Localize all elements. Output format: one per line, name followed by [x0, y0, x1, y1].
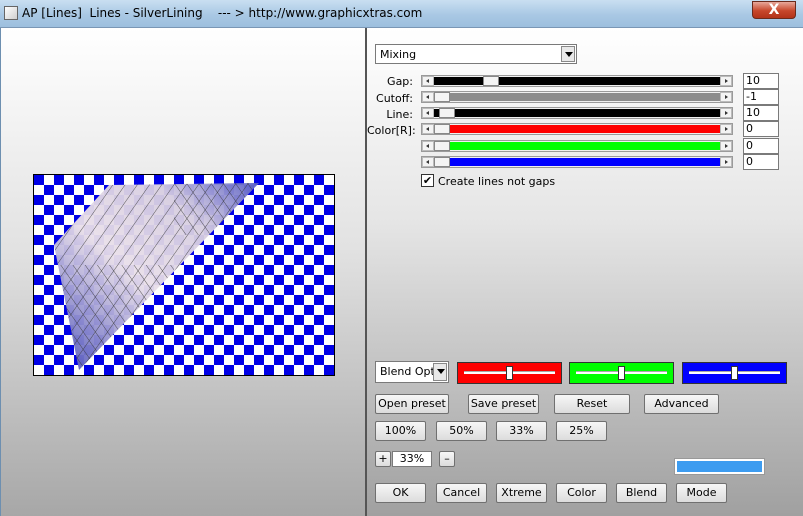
mode-dropdown-value: Mixing	[380, 48, 417, 61]
chevron-down-icon[interactable]	[561, 46, 575, 62]
line-label: Line:	[386, 108, 413, 121]
slider-thumb[interactable]	[731, 366, 738, 380]
ok-button[interactable]: OK	[375, 483, 426, 503]
cutoff-slider[interactable]	[421, 91, 733, 103]
slider-left-arrow-icon[interactable]	[422, 108, 434, 118]
create-lines-label: Create lines not gaps	[438, 175, 556, 188]
color-r-value-field[interactable]: 0	[743, 121, 779, 137]
app-icon	[4, 6, 18, 20]
line-value-field[interactable]: 10	[743, 105, 779, 121]
slider-right-arrow-icon[interactable]	[720, 92, 732, 102]
blend-dropdown-value: Blend Optio	[380, 365, 436, 378]
color-swatch[interactable]	[674, 458, 765, 475]
slider-left-arrow-icon[interactable]	[422, 76, 434, 86]
zoom-value-field[interactable]: 33%	[392, 451, 432, 467]
create-lines-checkbox[interactable]: ✔	[421, 174, 434, 187]
mode-button[interactable]: Mode	[676, 483, 727, 503]
cutoff-value-field[interactable]: -1	[743, 89, 779, 105]
title-bar[interactable]: AP [Lines] Lines - SilverLining --- > ht…	[0, 0, 803, 28]
slider-thumb[interactable]	[434, 141, 450, 151]
slider-fill	[434, 109, 720, 117]
window-title: AP [Lines] Lines - SilverLining --- > ht…	[22, 6, 423, 20]
color-r-slider[interactable]	[421, 123, 733, 135]
open-preset-button[interactable]: Open preset	[375, 394, 449, 414]
preview-panel	[1, 28, 365, 516]
slider-fill	[434, 93, 720, 101]
zoom-minus-button[interactable]: –	[439, 451, 455, 467]
blue-blend-slider[interactable]	[682, 362, 787, 384]
slider-thumb[interactable]	[506, 366, 513, 380]
slider-right-arrow-icon[interactable]	[720, 108, 732, 118]
zoom-100-button[interactable]: 100%	[375, 421, 426, 441]
slider-right-arrow-icon[interactable]	[720, 124, 732, 134]
color-b-slider[interactable]	[421, 156, 733, 168]
gap-label: Gap:	[387, 75, 413, 88]
advanced-button[interactable]: Advanced	[644, 394, 719, 414]
zoom-25-button[interactable]: 25%	[556, 421, 607, 441]
controls-panel: Mixing Gap: 10 Cutoff: -1 Line: 10 Color…	[367, 28, 803, 516]
slider-left-arrow-icon[interactable]	[422, 124, 434, 134]
close-button[interactable]: X	[752, 1, 796, 19]
slider-left-arrow-icon[interactable]	[422, 141, 434, 151]
slider-right-arrow-icon[interactable]	[720, 157, 732, 167]
chevron-down-icon[interactable]	[433, 363, 447, 381]
slider-fill	[434, 77, 720, 85]
slider-thumb[interactable]	[618, 366, 625, 380]
gap-value-field[interactable]: 10	[743, 73, 779, 89]
xtreme-button[interactable]: Xtreme	[496, 483, 547, 503]
zoom-33-button[interactable]: 33%	[496, 421, 547, 441]
zoom-plus-button[interactable]: +	[375, 451, 391, 467]
slider-fill	[434, 158, 720, 166]
slider-thumb[interactable]	[434, 124, 450, 134]
red-blend-slider[interactable]	[457, 362, 562, 384]
preview-image	[33, 174, 335, 376]
slider-fill	[434, 142, 720, 150]
cancel-button[interactable]: Cancel	[436, 483, 487, 503]
color-g-value-field[interactable]: 0	[743, 138, 779, 154]
slider-right-arrow-icon[interactable]	[720, 141, 732, 151]
color-button[interactable]: Color	[556, 483, 607, 503]
slider-left-arrow-icon[interactable]	[422, 92, 434, 102]
reset-button[interactable]: Reset	[554, 394, 630, 414]
slider-fill	[434, 125, 720, 133]
slider-thumb[interactable]	[434, 157, 450, 167]
blend-button[interactable]: Blend	[616, 483, 667, 503]
color-g-slider[interactable]	[421, 140, 733, 152]
save-preset-button[interactable]: Save preset	[468, 394, 539, 414]
cutoff-label: Cutoff:	[376, 92, 413, 105]
slider-thumb[interactable]	[483, 76, 499, 86]
green-blend-slider[interactable]	[569, 362, 674, 384]
color-r-label: Color[R]:	[367, 124, 416, 137]
mode-dropdown[interactable]: Mixing	[375, 44, 577, 64]
slider-left-arrow-icon[interactable]	[422, 157, 434, 167]
gap-slider[interactable]	[421, 75, 733, 87]
slider-thumb[interactable]	[434, 92, 450, 102]
color-b-value-field[interactable]: 0	[743, 154, 779, 170]
blend-options-dropdown[interactable]: Blend Optio	[375, 361, 449, 383]
line-slider[interactable]	[421, 107, 733, 119]
zoom-50-button[interactable]: 50%	[436, 421, 487, 441]
slider-thumb[interactable]	[439, 108, 455, 118]
slider-right-arrow-icon[interactable]	[720, 76, 732, 86]
